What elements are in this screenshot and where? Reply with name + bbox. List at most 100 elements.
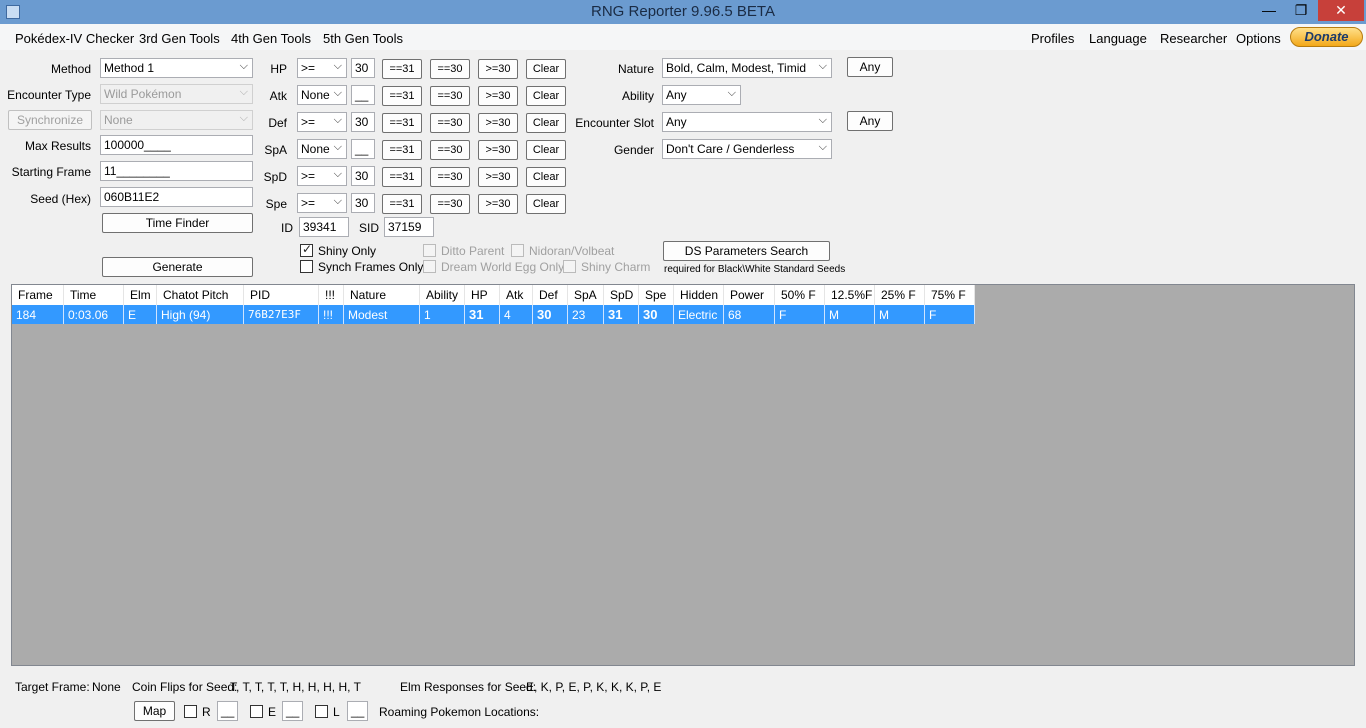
- iv-ge30-def-button[interactable]: >=30: [478, 113, 518, 133]
- menu-3rd-gen-tools[interactable]: 3rd Gen Tools: [139, 31, 220, 46]
- column-header[interactable]: Atk: [500, 285, 533, 305]
- column-header[interactable]: Hidden: [674, 285, 724, 305]
- column-header[interactable]: Spe: [639, 285, 674, 305]
- column-header[interactable]: Def: [533, 285, 568, 305]
- iv-ge30-spa-button[interactable]: >=30: [478, 140, 518, 160]
- table-row[interactable]: 184 0:03.06 E High (94) 76B27E3F !!! Mod…: [12, 305, 975, 324]
- iv-ge30-atk-button[interactable]: >=30: [478, 86, 518, 106]
- column-header[interactable]: HP: [465, 285, 500, 305]
- dream-world-checkbox[interactable]: [423, 260, 436, 273]
- iv-op-spe[interactable]: >= ⌵: [297, 193, 347, 213]
- donate-button[interactable]: Donate: [1290, 27, 1363, 47]
- iv-op-spd[interactable]: >= ⌵: [297, 166, 347, 186]
- column-header[interactable]: 75% F: [925, 285, 975, 305]
- column-header[interactable]: 12.5%F: [825, 285, 875, 305]
- iv-op-atk[interactable]: None ⌵: [297, 85, 347, 105]
- ds-parameters-search-button[interactable]: DS Parameters Search: [663, 241, 830, 261]
- column-header[interactable]: !!!: [319, 285, 344, 305]
- generate-button[interactable]: Generate: [102, 257, 253, 277]
- iv-eq30-atk-button[interactable]: ==30: [430, 86, 470, 106]
- nature-any-button[interactable]: Any: [847, 57, 893, 77]
- iv-eq31-def-button[interactable]: ==31: [382, 113, 422, 133]
- minimize-button[interactable]: —: [1254, 0, 1284, 21]
- table-cell: 30: [533, 305, 568, 324]
- gender-combo[interactable]: Don't Care / Genderless ⌵: [662, 139, 832, 159]
- column-header[interactable]: SpD: [604, 285, 639, 305]
- iv-ge30-hp-button[interactable]: >=30: [478, 59, 518, 79]
- iv-value-hp[interactable]: 30: [351, 58, 375, 78]
- column-header[interactable]: Nature: [344, 285, 420, 305]
- roamer-e-checkbox[interactable]: [250, 705, 263, 718]
- iv-value-spd[interactable]: 30: [351, 166, 375, 186]
- iv-eq30-spe-button[interactable]: ==30: [430, 194, 470, 214]
- sid-input[interactable]: 37159: [384, 217, 434, 237]
- menu-4th-gen-tools[interactable]: 4th Gen Tools: [231, 31, 311, 46]
- iv-eq31-atk-button[interactable]: ==31: [382, 86, 422, 106]
- column-header[interactable]: PID: [244, 285, 319, 305]
- roamer-r-checkbox[interactable]: [184, 705, 197, 718]
- roamer-r-input[interactable]: __: [217, 701, 238, 721]
- iv-eq30-spd-button[interactable]: ==30: [430, 167, 470, 187]
- iv-op-def[interactable]: >= ⌵: [297, 112, 347, 132]
- column-header[interactable]: Elm: [124, 285, 157, 305]
- roamer-l-checkbox[interactable]: [315, 705, 328, 718]
- shiny-charm-checkbox[interactable]: [563, 260, 576, 273]
- synchronize-combo[interactable]: None ⌵: [100, 110, 253, 130]
- results-grid[interactable]: Frame Time Elm Chatot Pitch PID !!! Natu…: [11, 284, 1355, 666]
- iv-ge30-spe-button[interactable]: >=30: [478, 194, 518, 214]
- id-input[interactable]: 39341: [299, 217, 349, 237]
- iv-clear-spe-button[interactable]: Clear: [526, 194, 566, 214]
- column-header[interactable]: SpA: [568, 285, 604, 305]
- iv-value-atk[interactable]: __: [351, 85, 375, 105]
- column-header[interactable]: Chatot Pitch: [157, 285, 244, 305]
- iv-op-spa[interactable]: None ⌵: [297, 139, 347, 159]
- synchronize-button[interactable]: Synchronize: [8, 110, 92, 130]
- menu-language[interactable]: Language: [1089, 31, 1147, 46]
- maximize-button[interactable]: ❐: [1286, 0, 1316, 21]
- column-header[interactable]: Power: [724, 285, 775, 305]
- iv-value-spe[interactable]: 30: [351, 193, 375, 213]
- iv-eq30-spa-button[interactable]: ==30: [430, 140, 470, 160]
- coin-flips-label: Coin Flips for Seed:: [132, 680, 238, 694]
- iv-clear-spd-button[interactable]: Clear: [526, 167, 566, 187]
- iv-eq31-spa-button[interactable]: ==31: [382, 140, 422, 160]
- iv-eq31-spd-button[interactable]: ==31: [382, 167, 422, 187]
- encounter-slot-any-button[interactable]: Any: [847, 111, 893, 131]
- menu-options[interactable]: Options: [1236, 31, 1281, 46]
- column-header[interactable]: Ability: [420, 285, 465, 305]
- menu-profiles[interactable]: Profiles: [1031, 31, 1074, 46]
- encounter-type-combo[interactable]: Wild Pokémon ⌵: [100, 84, 253, 104]
- shiny-only-checkbox[interactable]: [300, 242, 313, 257]
- column-header[interactable]: Frame: [12, 285, 64, 305]
- time-finder-button[interactable]: Time Finder: [102, 213, 253, 233]
- ditto-parent-checkbox[interactable]: [423, 244, 436, 257]
- nidoran-volbeat-checkbox[interactable]: [511, 244, 524, 257]
- column-header[interactable]: 25% F: [875, 285, 925, 305]
- iv-value-def[interactable]: 30: [351, 112, 375, 132]
- menu-pokedex-iv-checker[interactable]: Pokédex-IV Checker: [15, 31, 134, 46]
- menu-bar: Pokédex-IV Checker 3rd Gen Tools 4th Gen…: [0, 24, 1366, 50]
- method-combo[interactable]: Method 1 ⌵: [100, 58, 253, 78]
- nature-combo[interactable]: Bold, Calm, Modest, Timid ⌵: [662, 58, 832, 78]
- close-button[interactable]: ✕: [1318, 0, 1364, 21]
- encounter-slot-combo[interactable]: Any ⌵: [662, 112, 832, 132]
- column-header[interactable]: Time: [64, 285, 124, 305]
- max-results-input[interactable]: 100000____: [100, 135, 253, 155]
- starting-frame-input[interactable]: 11________: [100, 161, 253, 181]
- iv-ge30-spd-button[interactable]: >=30: [478, 167, 518, 187]
- synch-frames-checkbox[interactable]: [300, 260, 313, 273]
- seed-hex-input[interactable]: 060B11E2: [100, 187, 253, 207]
- roamer-l-input[interactable]: __: [347, 701, 368, 721]
- roamer-e-input[interactable]: __: [282, 701, 303, 721]
- column-header[interactable]: 50% F: [775, 285, 825, 305]
- menu-researcher[interactable]: Researcher: [1160, 31, 1227, 46]
- iv-eq31-hp-button[interactable]: ==31: [382, 59, 422, 79]
- map-button[interactable]: Map: [134, 701, 175, 721]
- iv-eq30-def-button[interactable]: ==30: [430, 113, 470, 133]
- menu-5th-gen-tools[interactable]: 5th Gen Tools: [323, 31, 403, 46]
- iv-op-hp[interactable]: >= ⌵: [297, 58, 347, 78]
- ability-combo[interactable]: Any ⌵: [662, 85, 741, 105]
- iv-value-spa[interactable]: __: [351, 139, 375, 159]
- iv-eq30-hp-button[interactable]: ==30: [430, 59, 470, 79]
- iv-eq31-spe-button[interactable]: ==31: [382, 194, 422, 214]
